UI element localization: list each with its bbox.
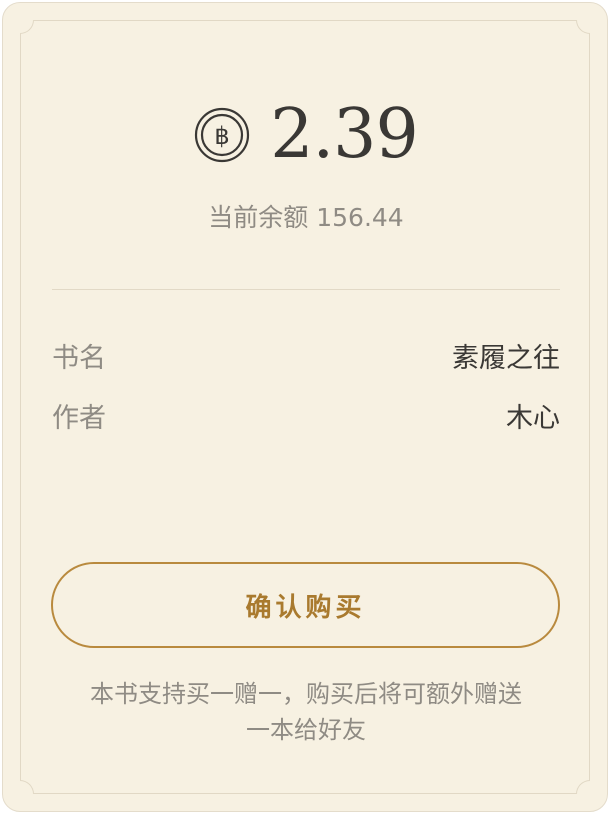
author-row: 作者 木心 [52, 395, 560, 435]
divider [52, 289, 560, 290]
price-row: ฿ 2.39 [0, 95, 612, 175]
book-title-value: 素履之往 [452, 342, 560, 374]
svg-text:฿: ฿ [215, 122, 230, 150]
price-amount: 2.39 [270, 95, 418, 174]
author-value: 木心 [506, 402, 560, 434]
book-title-label: 书名 [52, 342, 106, 374]
gift-note: 本书支持买一赠一，购买后将可额外赠送 一本给好友 [60, 676, 552, 748]
book-title-row: 书名 素履之往 [52, 335, 560, 375]
current-balance: 当前余额 156.44 [208, 203, 404, 232]
author-label: 作者 [52, 402, 106, 434]
gift-note-line-2: 一本给好友 [246, 716, 366, 744]
gift-note-line-1: 本书支持买一赠一，购买后将可额外赠送 [90, 680, 522, 708]
coin-icon: ฿ [195, 107, 250, 163]
confirm-purchase-button[interactable]: 确认购买 [51, 562, 560, 648]
